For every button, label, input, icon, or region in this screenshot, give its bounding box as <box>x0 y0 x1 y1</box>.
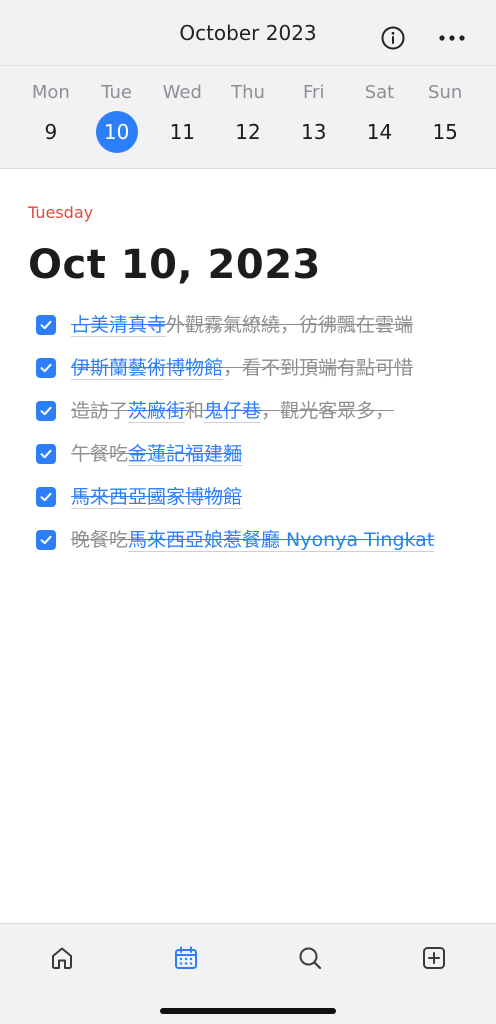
task-text-segment: 午餐吃 <box>71 443 129 465</box>
day-number[interactable]: 15 <box>424 111 466 153</box>
calendar-icon <box>175 946 197 969</box>
day-number[interactable]: 13 <box>293 111 335 153</box>
week-day-fri[interactable]: Fri 13 <box>281 66 347 168</box>
search-icon <box>299 947 322 970</box>
task-link[interactable]: 金蓮記福建麵 <box>128 443 243 466</box>
task-item: 造訪了茨廠街和鬼仔巷，觀光客眾多， <box>28 396 468 427</box>
tab-bar <box>0 923 496 1024</box>
task-text: 伊斯蘭藝術博物館，看不到頂端有點可惜 <box>71 353 413 384</box>
task-item: 伊斯蘭藝術博物館，看不到頂端有點可惜 <box>28 353 468 384</box>
month-title[interactable]: October 2023 <box>179 21 316 45</box>
week-day-sun[interactable]: Sun 15 <box>412 66 478 168</box>
task-text-segment: 外觀霧氣繚繞，彷彿飄在雲端 <box>166 314 414 336</box>
tab-calendar[interactable] <box>156 942 216 974</box>
day-number[interactable]: 14 <box>358 111 400 153</box>
home-indicator <box>160 1008 336 1014</box>
tab-search[interactable] <box>280 942 340 974</box>
day-number[interactable]: 12 <box>227 111 269 153</box>
task-text-segment: 造訪了 <box>71 400 129 422</box>
task-text-segment: ，觀光客眾多， <box>261 400 395 422</box>
task-link[interactable]: 占美清真寺 <box>71 314 167 337</box>
task-item: 午餐吃金蓮記福建麵 <box>28 439 468 470</box>
week-day-mon[interactable]: Mon 9 <box>18 66 84 168</box>
info-icon <box>381 26 405 50</box>
top-area: October 2023 Mon 9 Tue 10 Wed 11 Thu 12 Fri 13 Sat… <box>0 0 496 169</box>
tab-add[interactable] <box>404 942 464 974</box>
task-checkbox[interactable] <box>36 358 56 378</box>
day-number[interactable]: 11 <box>161 111 203 153</box>
add-icon <box>423 947 445 969</box>
weekday-abbrev: Tue <box>101 82 132 103</box>
task-text: 午餐吃金蓮記福建麵 <box>71 439 243 470</box>
tab-home[interactable] <box>32 942 92 974</box>
week-day-thu[interactable]: Thu 12 <box>215 66 281 168</box>
task-checkbox[interactable] <box>36 315 56 335</box>
task-link[interactable]: 茨廠街 <box>128 400 186 423</box>
weekday-abbrev: Mon <box>31 82 70 103</box>
task-text: 占美清真寺外觀霧氣繚繞，彷彿飄在雲端 <box>71 310 413 341</box>
checkmark-icon <box>40 406 52 416</box>
task-checkbox[interactable] <box>36 444 56 464</box>
task-text: 造訪了茨廠街和鬼仔巷，觀光客眾多， <box>71 396 394 427</box>
day-number[interactable]: 9 <box>30 111 72 153</box>
task-item: 占美清真寺外觀霧氣繚繞，彷彿飄在雲端 <box>28 310 468 341</box>
task-checkbox[interactable] <box>36 530 56 550</box>
checkmark-icon <box>40 492 52 502</box>
weekday-abbrev: Wed <box>162 82 202 103</box>
more-button[interactable] <box>437 28 467 48</box>
date-title: Oct 10, 2023 <box>28 242 321 288</box>
week-strip: Mon 9 Tue 10 Wed 11 Thu 12 Fri 13 Sat 14 Sun 15 <box>0 66 496 168</box>
weekday-abbrev: Fri <box>303 82 325 103</box>
task-checkbox[interactable] <box>36 401 56 421</box>
week-day-sat[interactable]: Sat 14 <box>347 66 413 168</box>
checkmark-icon <box>40 449 52 459</box>
task-text: 晚餐吃馬來西亞娘惹餐廳 Nyonya Tingkat <box>71 525 435 556</box>
task-list: 占美清真寺外觀霧氣繚繞，彷彿飄在雲端 伊斯蘭藝術博物館，看不到頂端有點可惜 造訪了茨… <box>28 310 468 556</box>
selected-day-number[interactable]: 10 <box>95 111 138 153</box>
week-day-tue[interactable]: Tue 10 <box>84 66 150 168</box>
day-content: Tuesday Oct 10, 2023 占美清真寺外觀霧氣繚繞，彷彿飄在雲端伊… <box>0 169 496 556</box>
more-icon <box>439 35 465 41</box>
task-checkbox[interactable] <box>36 487 56 507</box>
task-link[interactable]: 伊斯蘭藝術博物館 <box>71 357 224 380</box>
task-text-segment: 晚餐吃 <box>71 529 129 551</box>
task-item: 晚餐吃馬來西亞娘惹餐廳 Nyonya Tingkat <box>28 525 468 556</box>
weekday-abbrev: Thu <box>231 82 265 103</box>
header-bar: October 2023 <box>0 0 496 66</box>
checkmark-icon <box>40 535 52 545</box>
weekday-label: Tuesday <box>28 203 94 222</box>
task-text: 馬來西亞國家博物館 <box>71 482 243 513</box>
task-text-segment: 和 <box>185 400 205 422</box>
info-button[interactable] <box>380 25 406 51</box>
task-link[interactable]: 馬來西亞娘惹餐廳 Nyonya Tingkat <box>128 529 435 552</box>
task-link[interactable]: 鬼仔巷 <box>204 400 262 423</box>
weekday-abbrev: Sun <box>428 82 463 103</box>
checkmark-icon <box>40 363 52 373</box>
task-item: 馬來西亞國家博物館 <box>28 482 468 513</box>
home-icon <box>52 947 72 969</box>
weekday-abbrev: Sat <box>364 82 395 103</box>
week-day-wed[interactable]: Wed 11 <box>149 66 215 168</box>
task-text-segment: ，看不到頂端有點可惜 <box>223 357 414 379</box>
task-link[interactable]: 馬來西亞國家博物館 <box>71 486 243 509</box>
checkmark-icon <box>40 320 52 330</box>
